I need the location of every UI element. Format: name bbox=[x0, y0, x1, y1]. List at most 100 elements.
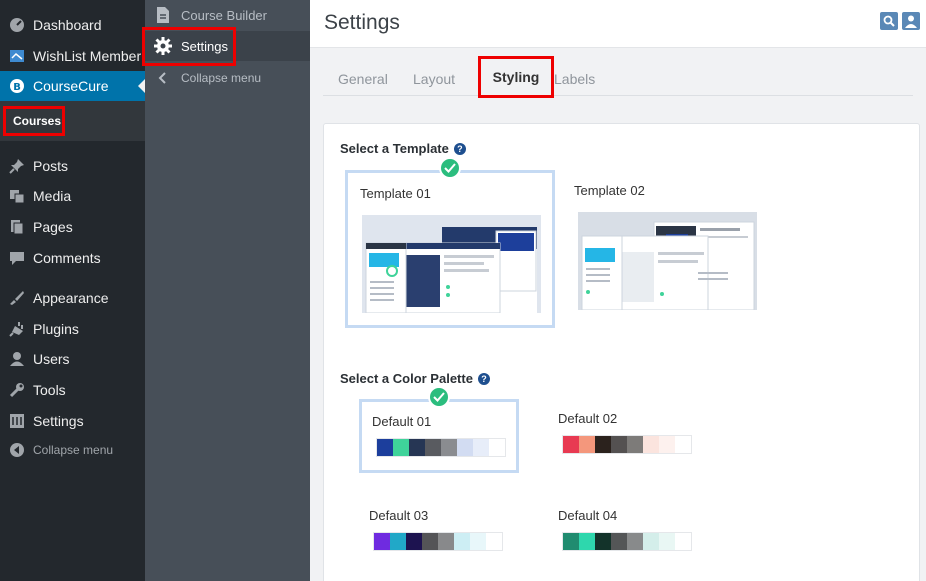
document-icon bbox=[145, 7, 181, 23]
wp-menu-label: Comments bbox=[33, 250, 101, 266]
wp-menu-settings[interactable]: Settings bbox=[0, 406, 145, 436]
template-card-01[interactable]: Template 01 bbox=[345, 170, 555, 328]
color-swatch bbox=[425, 439, 441, 456]
wp-menu-label: Settings bbox=[33, 413, 84, 429]
search-icon[interactable] bbox=[880, 12, 898, 30]
highlight-box bbox=[142, 27, 236, 66]
help-icon[interactable]: ? bbox=[477, 372, 490, 385]
color-swatch bbox=[659, 436, 675, 453]
template-section-title: Select a Template ? bbox=[340, 141, 466, 156]
svg-text:B: B bbox=[13, 82, 21, 93]
color-swatch bbox=[438, 533, 454, 550]
wp-menu-plugins[interactable]: Plugins bbox=[0, 314, 145, 344]
color-swatch bbox=[422, 533, 438, 550]
color-swatch bbox=[643, 436, 659, 453]
tab-layout[interactable]: Layout bbox=[413, 71, 455, 87]
color-swatch bbox=[627, 436, 643, 453]
color-swatch bbox=[406, 533, 422, 550]
help-icon[interactable]: ? bbox=[453, 142, 466, 155]
tab-styling-label: Styling bbox=[492, 69, 540, 85]
color-swatch bbox=[457, 439, 473, 456]
color-swatch bbox=[643, 533, 659, 550]
pin-icon bbox=[0, 158, 33, 174]
pages-icon bbox=[0, 219, 33, 235]
color-swatch bbox=[393, 439, 409, 456]
color-swatch bbox=[611, 436, 627, 453]
cc-menu-collapse[interactable]: Collapse menu bbox=[145, 63, 310, 93]
cc-menu-label: Course Builder bbox=[181, 7, 267, 23]
color-swatch bbox=[441, 439, 457, 456]
wp-submenu-courses[interactable]: Courses bbox=[3, 106, 65, 136]
color-swatch bbox=[675, 436, 691, 453]
color-swatch bbox=[627, 533, 643, 550]
wp-menu-comments[interactable]: Comments bbox=[0, 243, 145, 273]
wp-menu-pages[interactable]: Pages bbox=[0, 212, 145, 242]
cc-menu-course-builder[interactable]: Course Builder bbox=[145, 0, 310, 30]
wp-menu-label: Dashboard bbox=[33, 17, 102, 33]
palette-section-title: Select a Color Palette ? bbox=[340, 371, 490, 386]
palette-swatches bbox=[562, 435, 692, 454]
dashboard-icon bbox=[0, 17, 33, 33]
wp-menu-media[interactable]: Media bbox=[0, 181, 145, 211]
wp-menu-appearance[interactable]: Appearance bbox=[0, 283, 145, 313]
palette-card[interactable]: Default 04 bbox=[548, 496, 708, 570]
wp-menu-label: Tools bbox=[33, 382, 66, 398]
color-swatch bbox=[486, 533, 502, 550]
palette-name: Default 04 bbox=[558, 508, 618, 523]
palette-name: Default 02 bbox=[558, 411, 618, 426]
wp-menu-collapse[interactable]: Collapse menu bbox=[0, 435, 145, 465]
tab-styling[interactable]: Styling bbox=[478, 56, 554, 98]
wp-menu-label: WishList Member bbox=[33, 48, 142, 64]
color-swatch bbox=[489, 439, 505, 456]
color-swatch bbox=[563, 533, 579, 550]
color-swatch bbox=[454, 533, 470, 550]
palette-card[interactable]: Default 02 bbox=[548, 399, 708, 473]
palette-card[interactable]: Default 01 bbox=[359, 399, 519, 473]
template-section-label: Select a Template bbox=[340, 141, 449, 156]
color-swatch bbox=[595, 436, 611, 453]
check-icon bbox=[428, 386, 450, 408]
comments-icon bbox=[0, 250, 33, 266]
color-swatch bbox=[374, 533, 390, 550]
wp-menu-wishlist-member[interactable]: WishList Member bbox=[0, 41, 145, 71]
palette-name: Default 03 bbox=[369, 508, 429, 523]
wp-menu-posts[interactable]: Posts bbox=[0, 151, 145, 181]
wp-menu-label: CourseCure bbox=[33, 78, 109, 94]
palette-name: Default 01 bbox=[372, 414, 432, 429]
tab-labels[interactable]: Labels bbox=[554, 71, 595, 87]
color-swatch bbox=[563, 436, 579, 453]
color-swatch bbox=[470, 533, 486, 550]
settings-tabs: General Layout Styling Labels bbox=[323, 56, 913, 98]
color-swatch bbox=[390, 533, 406, 550]
template-02-thumbnail bbox=[578, 212, 757, 310]
plugins-icon bbox=[0, 321, 33, 337]
template-name: Template 02 bbox=[574, 183, 645, 198]
header-actions bbox=[880, 12, 920, 30]
color-swatch bbox=[659, 533, 675, 550]
color-swatch bbox=[675, 533, 691, 550]
wp-menu-label: Plugins bbox=[33, 321, 79, 337]
tools-icon bbox=[0, 382, 33, 398]
template-card-02[interactable]: Template 02 bbox=[562, 170, 772, 328]
palette-swatches bbox=[376, 438, 506, 457]
template-01-thumbnail bbox=[362, 215, 541, 313]
user-profile-icon[interactable] bbox=[902, 12, 920, 30]
coursecure-sidebar: Course Builder Settings Collapse menu bbox=[145, 0, 310, 581]
template-name: Template 01 bbox=[360, 186, 431, 201]
tab-general[interactable]: General bbox=[338, 71, 388, 87]
wp-menu-users[interactable]: Users bbox=[0, 344, 145, 374]
appearance-icon bbox=[0, 290, 33, 306]
wp-admin-sidebar: Dashboard WishList Member B CourseCure C… bbox=[0, 0, 145, 581]
wp-menu-label: Appearance bbox=[33, 290, 109, 306]
main-content: Settings General Layout Styling Labels S… bbox=[310, 0, 926, 581]
wp-menu-tools[interactable]: Tools bbox=[0, 375, 145, 405]
color-swatch bbox=[473, 439, 489, 456]
coursecure-icon: B bbox=[0, 78, 33, 94]
color-swatch bbox=[595, 533, 611, 550]
wp-menu-dashboard[interactable]: Dashboard bbox=[0, 10, 145, 40]
cc-menu-label: Collapse menu bbox=[181, 71, 262, 85]
palette-card[interactable]: Default 03 bbox=[359, 496, 519, 570]
color-swatch bbox=[377, 439, 393, 456]
wp-menu-coursecure[interactable]: B CourseCure bbox=[0, 71, 145, 101]
styling-panel: Select a Template ? Template 01 Template… bbox=[323, 123, 920, 581]
